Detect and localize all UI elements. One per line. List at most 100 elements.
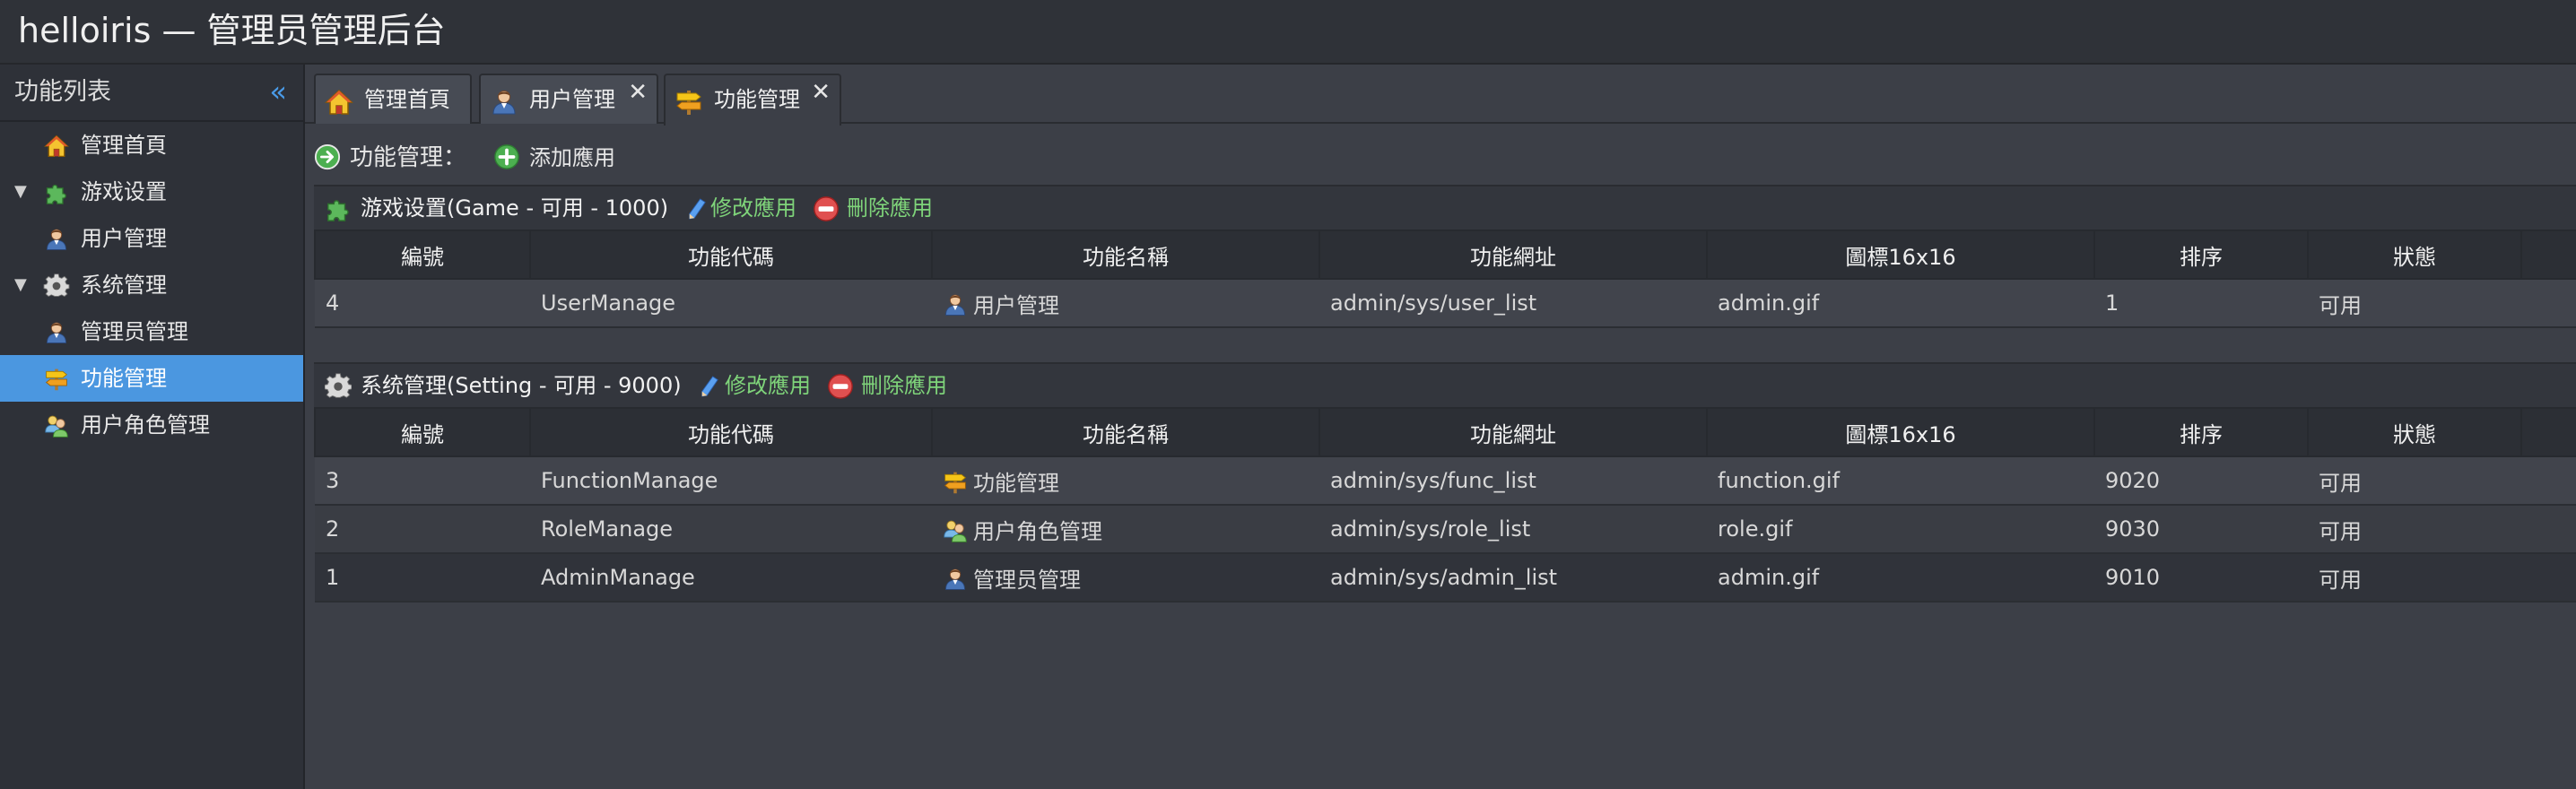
- cell-order: 9020: [2094, 456, 2308, 506]
- tab-home[interactable]: 管理首頁: [314, 74, 472, 124]
- main-content: 功能管理： 添加應用 游戏设置(Game - 可用 - 1000) 修改應用 刪…: [305, 126, 2576, 789]
- collapse-sidebar-icon[interactable]: «: [269, 74, 287, 109]
- sidebar-item-label: 管理首頁: [81, 133, 167, 158]
- signpost-icon: [943, 470, 968, 495]
- column-header[interactable]: 編號: [314, 407, 531, 457]
- delete-icon[interactable]: [813, 195, 840, 222]
- gear-icon: [325, 373, 352, 400]
- column-header[interactable]: 功能名稱: [931, 230, 1320, 280]
- cell-icon-file: admin.gif: [1707, 279, 2094, 328]
- group-title: 系统管理(Setting - 可用 - 9000): [361, 373, 682, 398]
- cell-status: 可用: [2308, 279, 2521, 328]
- cell-url: admin/sys/role_list: [1319, 505, 1707, 554]
- user-icon: [943, 292, 968, 317]
- cell-status: 可用: [2308, 456, 2521, 506]
- close-tab-icon[interactable]: ✕: [811, 79, 831, 106]
- cell-code: FunctionManage: [530, 456, 932, 506]
- column-header[interactable]: 功能網址: [1318, 230, 1708, 280]
- column-header[interactable]: 狀態: [2307, 407, 2522, 457]
- toolbar-title: 功能管理：: [350, 144, 467, 171]
- sidebar-header: 功能列表 «: [0, 65, 303, 122]
- user-icon: [490, 88, 518, 117]
- cell-name: 用户角色管理: [932, 505, 1319, 554]
- home-icon: [325, 88, 353, 117]
- edit-app-link[interactable]: 修改應用: [710, 186, 796, 230]
- cell-status: 可用: [2308, 505, 2521, 554]
- cell-spacer: [2521, 456, 2576, 506]
- column-header[interactable]: 圖標16x16: [1706, 407, 2095, 457]
- column-header[interactable]: 狀態: [2307, 230, 2522, 280]
- column-header[interactable]: 功能網址: [1318, 407, 1708, 457]
- sidebar-item-function-management[interactable]: 功能管理: [0, 355, 303, 402]
- group-title: 游戏设置(Game - 可用 - 1000): [361, 195, 669, 221]
- sidebar-item-game-settings[interactable]: ▼ 游戏设置: [0, 169, 303, 215]
- cell-order: 9010: [2094, 553, 2308, 603]
- column-header[interactable]: 功能代碼: [529, 230, 933, 280]
- group-header-system: 系统管理(Setting - 可用 - 9000) 修改應用 刪除應用: [314, 362, 2576, 407]
- delete-app-link[interactable]: 刪除應用: [847, 186, 933, 230]
- edit-app-link[interactable]: 修改應用: [725, 364, 811, 407]
- cell-icon-file: function.gif: [1707, 456, 2094, 506]
- sidebar-item-label: 功能管理: [81, 366, 167, 391]
- cell-name: 功能管理: [932, 456, 1319, 506]
- cell-icon-file: admin.gif: [1707, 553, 2094, 603]
- column-header[interactable]: 編號: [314, 230, 531, 280]
- table-row[interactable]: 1 AdminManage 管理员管理 admin/sys/admin_list…: [315, 553, 2576, 603]
- cell-name: 管理员管理: [932, 553, 1319, 603]
- add-app-button[interactable]: 添加應用: [529, 138, 615, 178]
- column-header[interactable]: 功能代碼: [529, 407, 933, 457]
- column-header[interactable]: 圖標16x16: [1706, 230, 2095, 280]
- column-header-spacer: [2520, 407, 2576, 457]
- user-icon: [943, 567, 968, 592]
- sidebar-item-label: 用户管理: [81, 226, 167, 251]
- cell-url: admin/sys/admin_list: [1319, 553, 1707, 603]
- tab-label: 用户管理: [529, 87, 615, 112]
- table-row[interactable]: 3 FunctionManage 功能管理 admin/sys/func_lis…: [315, 456, 2576, 506]
- table-row[interactable]: 2 RoleManage 用户角色管理 admin/sys/role_list …: [315, 505, 2576, 554]
- tab-function-management[interactable]: 功能管理 ✕: [664, 74, 841, 126]
- user-icon: [43, 320, 70, 345]
- column-header[interactable]: 功能名稱: [931, 407, 1320, 457]
- sidebar-item-label: 管理员管理: [81, 319, 188, 344]
- pencil-icon[interactable]: [687, 197, 707, 221]
- pencil-icon[interactable]: [700, 375, 719, 398]
- close-tab-icon[interactable]: ✕: [628, 79, 648, 106]
- cell-id: 4: [315, 279, 530, 328]
- title-bar: helloiris — 管理员管理后台: [0, 0, 2576, 65]
- delete-app-link[interactable]: 刪除應用: [861, 364, 947, 407]
- sidebar-item-system-management[interactable]: ▼ 系统管理: [0, 262, 303, 308]
- users-icon: [943, 518, 968, 543]
- add-icon[interactable]: [493, 143, 520, 170]
- cell-code: AdminManage: [530, 553, 932, 603]
- sidebar-item-home[interactable]: 管理首頁: [0, 122, 303, 169]
- app-title: helloiris — 管理员管理后台: [18, 11, 446, 50]
- sidebar-item-label: 用户角色管理: [81, 412, 210, 438]
- home-icon: [43, 134, 70, 159]
- cell-url: admin/sys/func_list: [1319, 456, 1707, 506]
- expand-arrow-icon[interactable]: ▼: [14, 262, 27, 308]
- cell-id: 2: [315, 505, 530, 554]
- cell-name-label: 用户角色管理: [973, 518, 1102, 544]
- puzzle-icon: [325, 195, 352, 222]
- sidebar-item-user-management[interactable]: 用户管理: [0, 215, 303, 262]
- expand-arrow-icon[interactable]: ▼: [14, 169, 27, 215]
- users-icon: [43, 413, 70, 438]
- tab-label: 功能管理: [714, 87, 800, 112]
- cell-code: UserManage: [530, 279, 932, 328]
- sidebar-item-user-role-management[interactable]: 用户角色管理: [0, 402, 303, 448]
- user-icon: [43, 227, 70, 252]
- column-header[interactable]: 排序: [2093, 230, 2309, 280]
- cell-id: 3: [315, 456, 530, 506]
- table-row[interactable]: 4 UserManage 用户管理 admin/sys/user_list ad…: [315, 279, 2576, 328]
- function-table-game: 編號 功能代碼 功能名稱 功能網址 圖標16x16 排序 狀態 4 UserMa…: [314, 230, 2576, 328]
- tab-user-management[interactable]: 用户管理 ✕: [479, 74, 658, 124]
- gear-icon: [43, 273, 70, 299]
- sidebar-item-admin-management[interactable]: 管理员管理: [0, 308, 303, 355]
- column-header[interactable]: 排序: [2093, 407, 2309, 457]
- cell-name: 用户管理: [932, 279, 1319, 328]
- delete-icon[interactable]: [827, 373, 854, 400]
- cell-code: RoleManage: [530, 505, 932, 554]
- sidebar: 功能列表 « 管理首頁 ▼ 游戏设置 用户管理 ▼ 系统管理 管理员管理 功能管…: [0, 65, 305, 789]
- group-header-game: 游戏设置(Game - 可用 - 1000) 修改應用 刪除應用: [314, 185, 2576, 230]
- function-tree: 管理首頁 ▼ 游戏设置 用户管理 ▼ 系统管理 管理员管理 功能管理 用户角色管…: [0, 122, 303, 448]
